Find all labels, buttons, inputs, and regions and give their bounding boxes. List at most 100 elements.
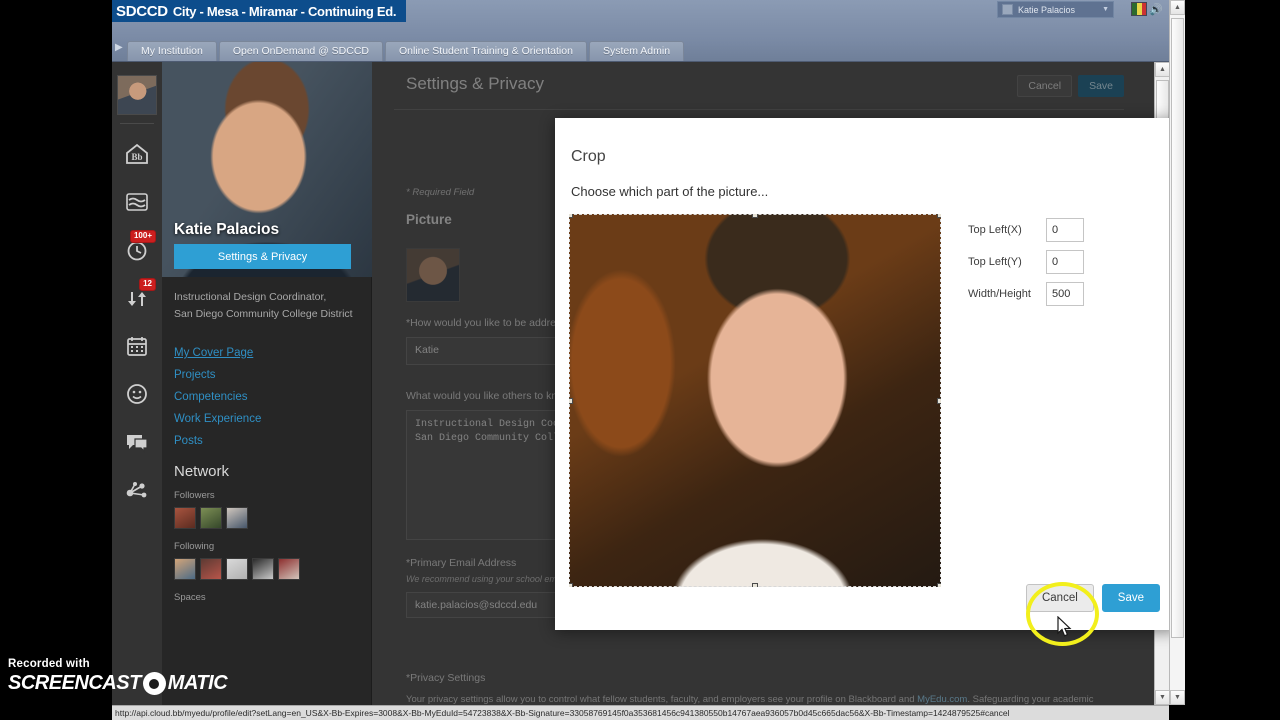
crop-handle-middle-right[interactable] (937, 397, 941, 404)
institution-name: City - Mesa - Miramar - Continuing Ed. (172, 4, 397, 19)
privacy-note-part1: Your privacy settings allow you to contr… (406, 694, 918, 705)
crop-handle-bottom-right[interactable] (937, 583, 941, 587)
rail-item-streams[interactable] (112, 178, 162, 226)
crop-field-row: Top Left(Y) (968, 250, 1084, 274)
label-width-height: Width/Height (968, 288, 1031, 300)
profile-cover-photo: Katie Palacios Settings & Privacy (162, 62, 372, 277)
rail-item-calendar[interactable] (112, 322, 162, 370)
flag-icon[interactable] (1131, 2, 1147, 16)
avatar[interactable] (278, 558, 300, 580)
rail-avatar[interactable] (117, 75, 157, 115)
browser-scrollbar[interactable]: ▲ ▼ (1169, 0, 1185, 705)
crop-handle-middle-left[interactable] (569, 397, 573, 404)
people-icon (126, 482, 147, 498)
profile-link-projects[interactable]: Projects (174, 369, 359, 381)
page-title: Settings & Privacy (406, 74, 544, 93)
watermark-logo: SCREENCAST MATIC (8, 672, 228, 695)
section-heading-picture: Picture (406, 212, 452, 227)
avatar[interactable] (200, 507, 222, 529)
watermark-word1: SCREENCAST (8, 672, 141, 694)
profile-title-line2: San Diego Community College District (174, 308, 353, 320)
rail-item-recent-activity[interactable]: 100+ (112, 226, 162, 274)
avatar[interactable] (252, 558, 274, 580)
rail-item-people[interactable] (112, 466, 162, 514)
top-left-x-input[interactable] (1046, 218, 1084, 242)
page-save-button[interactable]: Save (1078, 75, 1124, 97)
crop-handle-top-left[interactable] (569, 214, 573, 218)
profile-link-work-experience[interactable]: Work Experience (174, 413, 359, 425)
rail-item-messages[interactable] (112, 418, 162, 466)
grades-icon (127, 384, 147, 404)
user-menu-label: Katie Palacios (1018, 4, 1076, 15)
watermark-line1: Recorded with (8, 658, 90, 670)
crop-save-button[interactable]: Save (1101, 584, 1160, 612)
user-menu[interactable]: Katie Palacios ▼ (997, 1, 1114, 18)
record-dot-icon (142, 672, 166, 695)
rail-item-grades[interactable] (112, 370, 162, 418)
avatar[interactable] (226, 558, 248, 580)
calendar-icon (127, 337, 147, 356)
label-top-left-y: Top Left(Y) (968, 256, 1022, 268)
tab-system-admin[interactable]: System Admin (588, 41, 685, 61)
profile-body: Instructional Design Coordinator, San Di… (162, 277, 371, 603)
top-left-y-input[interactable] (1046, 250, 1084, 274)
scroll-down-icon[interactable]: ▼ (1170, 690, 1185, 705)
followers-label: Followers (174, 490, 215, 501)
label-top-left-x: Top Left(X) (968, 224, 1022, 236)
scroll-up-icon[interactable]: ▲ (1170, 0, 1185, 15)
profile-link-my-cover-page[interactable]: My Cover Page (174, 347, 359, 359)
watermark-word2: MATIC (167, 672, 228, 694)
tab-open-ondemand[interactable]: Open OnDemand @ SDCCD (218, 41, 383, 61)
rail-item-updates[interactable]: 12 (112, 274, 162, 322)
messages-icon (127, 435, 148, 453)
profile-link-posts[interactable]: Posts (174, 435, 359, 447)
crop-modal: ✕ Crop Choose which part of the picture.… (555, 118, 1169, 630)
crop-handle-bottom-center[interactable] (752, 583, 758, 587)
rail-item-bb-home[interactable]: Bb (112, 130, 162, 178)
chevron-down-icon: ▼ (1102, 6, 1109, 13)
speaker-icon[interactable]: 🔊 (1149, 3, 1163, 16)
profile-link-competencies[interactable]: Competencies (174, 391, 359, 403)
crop-image-area[interactable] (569, 214, 941, 587)
divider (120, 123, 154, 124)
nav-tabs: My Institution Open OnDemand @ SDCCD Onl… (127, 41, 685, 61)
required-field-note: * Required Field (406, 187, 475, 198)
scroll-down-icon[interactable]: ▼ (1155, 690, 1169, 705)
chevron-right-icon[interactable]: ▶ (115, 42, 123, 53)
tab-my-institution[interactable]: My Institution (127, 41, 217, 61)
modal-title: Crop (571, 148, 606, 165)
badge-recent-activity: 100+ (129, 230, 156, 243)
avatar[interactable] (174, 558, 196, 580)
settings-privacy-button[interactable]: Settings & Privacy (174, 244, 351, 269)
crop-handle-top-right[interactable] (937, 214, 941, 218)
followers-list (174, 507, 359, 529)
following-list (174, 558, 359, 580)
svg-text:Bb: Bb (131, 152, 142, 162)
scroll-up-icon[interactable]: ▲ (1155, 62, 1169, 77)
myedu-link[interactable]: MyEdu.com (917, 694, 967, 705)
scrollbar-thumb[interactable] (1171, 18, 1184, 638)
page-actions: Cancel Save (1017, 75, 1124, 97)
nav-tabbar: ▶ My Institution Open OnDemand @ SDCCD O… (112, 38, 1169, 62)
spaces-label: Spaces (174, 592, 206, 603)
avatar[interactable] (226, 507, 248, 529)
crop-handle-top-center[interactable] (752, 214, 758, 218)
blackboard-header: SDCCD City - Mesa - Miramar - Continuing … (112, 0, 1169, 38)
crop-selection-box[interactable] (569, 214, 941, 587)
avatar[interactable] (174, 507, 196, 529)
picture-thumbnail[interactable] (406, 248, 460, 302)
institution-logo[interactable]: SDCCD City - Mesa - Miramar - Continuing … (112, 0, 407, 22)
tab-online-student-training[interactable]: Online Student Training & Orientation (385, 41, 587, 61)
crop-handle-bottom-left[interactable] (569, 583, 573, 587)
page-cancel-button[interactable]: Cancel (1017, 75, 1073, 97)
label-primary-email: *Primary Email Address (406, 557, 517, 569)
status-bar: http://api.cloud.bb/myedu/profile/edit?s… (112, 705, 1169, 720)
profile-links: My Cover Page Projects Competencies Work… (174, 347, 359, 447)
crop-field-row: Width/Height (968, 282, 1084, 306)
width-height-input[interactable] (1046, 282, 1084, 306)
network-heading: Network (174, 463, 230, 480)
divider (394, 109, 1124, 110)
avatar[interactable] (200, 558, 222, 580)
status-url: http://api.cloud.bb/myedu/profile/edit?s… (115, 708, 1010, 718)
crop-cancel-button[interactable]: Cancel (1025, 584, 1094, 612)
